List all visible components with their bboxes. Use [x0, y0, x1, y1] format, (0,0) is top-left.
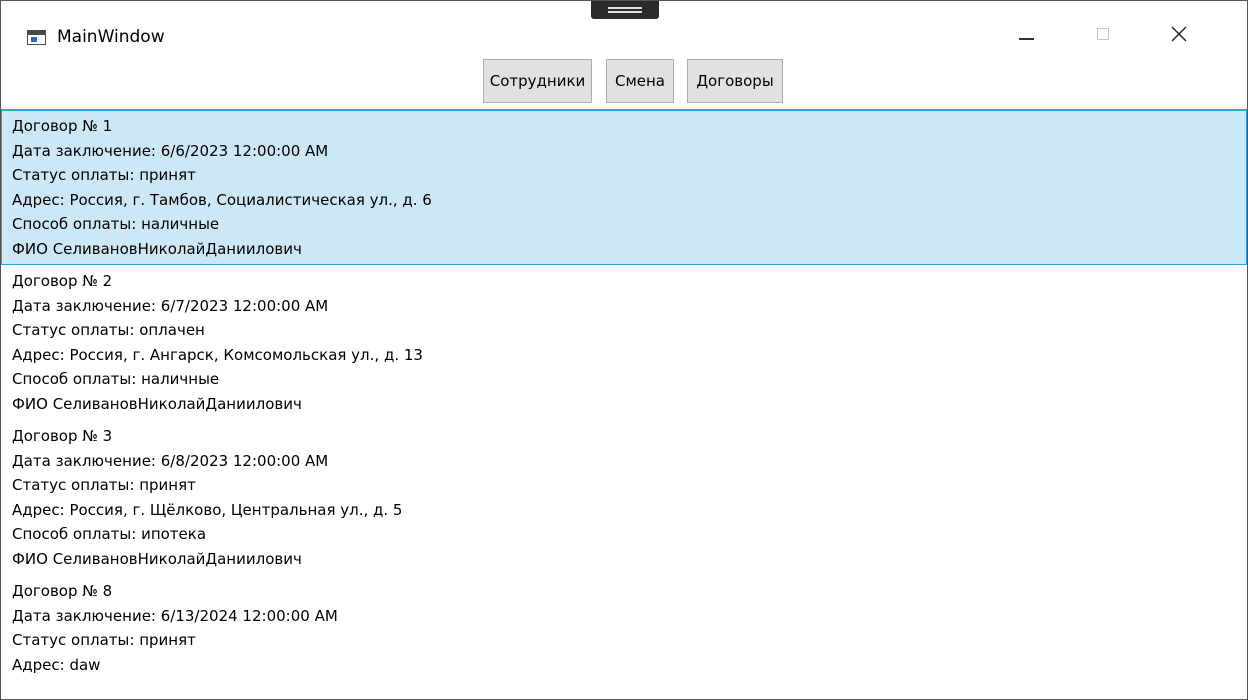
contract-number: Договор № 8	[12, 582, 113, 600]
contract-list-item[interactable]: Договор № 8 Дата заключение: 6/13/2024 1…	[1, 575, 1247, 681]
contracts-list[interactable]: Договор № 1 Дата заключение: 6/6/2023 12…	[1, 109, 1247, 699]
contract-address: Адрес: Россия, г. Щёлково, Центральная у…	[12, 500, 403, 519]
main-window: MainWindow Сотрудники Смена Договоры Дог…	[0, 0, 1248, 700]
minimize-button[interactable]	[1002, 17, 1048, 49]
contract-address: Адрес: Россия, г. Тамбов, Социалистическ…	[12, 190, 432, 209]
payment-status: Статус оплаты: принят	[12, 166, 196, 184]
contract-date: Дата заключение: 6/13/2024 12:00:00 AM	[12, 606, 338, 625]
app-window-icon	[27, 30, 46, 45]
navigation-toolbar: Сотрудники Смена Договоры	[1, 57, 1247, 109]
minimize-icon	[1019, 38, 1034, 40]
contract-number: Договор № 1	[12, 117, 113, 135]
contract-list-item[interactable]: Договор № 1 Дата заключение: 6/6/2023 12…	[1, 110, 1247, 265]
contract-list-item[interactable]: Договор № 2 Дата заключение: 6/7/2023 12…	[1, 265, 1247, 420]
contract-date: Дата заключение: 6/7/2023 12:00:00 AM	[12, 296, 329, 315]
contract-number: Договор № 2	[12, 272, 113, 290]
contract-address: Адрес: Россия, г. Ангарск, Комсомольская…	[12, 345, 423, 364]
close-button[interactable]	[1155, 17, 1201, 49]
employee-name: ФИО СеливановНиколайДаниилович	[12, 394, 302, 413]
maximize-button[interactable]	[1079, 17, 1125, 49]
shift-button[interactable]: Смена	[606, 59, 674, 103]
title-bar[interactable]: MainWindow	[1, 1, 1247, 57]
contract-list-item[interactable]: Договор № 3 Дата заключение: 6/8/2023 12…	[1, 420, 1247, 575]
window-title: MainWindow	[57, 27, 165, 47]
payment-method: Способ оплаты: ипотека	[12, 525, 207, 543]
payment-method: Способ оплаты: наличные	[12, 215, 220, 233]
payment-method: Способ оплаты: наличные	[12, 370, 220, 388]
drag-handle-icon[interactable]	[591, 1, 659, 19]
maximize-icon	[1097, 28, 1109, 40]
contract-number: Договор № 3	[12, 427, 113, 445]
contract-address: Адрес: daw	[12, 655, 101, 674]
payment-status: Статус оплаты: оплачен	[12, 321, 205, 339]
payment-status: Статус оплаты: принят	[12, 631, 196, 649]
employees-button[interactable]: Сотрудники	[483, 59, 592, 103]
contract-date: Дата заключение: 6/6/2023 12:00:00 AM	[12, 141, 329, 160]
employee-name: ФИО СеливановНиколайДаниилович	[12, 239, 302, 258]
employee-name: ФИО СеливановНиколайДаниилович	[12, 549, 302, 568]
close-icon	[1171, 26, 1187, 42]
payment-status: Статус оплаты: принят	[12, 476, 196, 494]
contracts-button[interactable]: Договоры	[687, 59, 783, 103]
contract-date: Дата заключение: 6/8/2023 12:00:00 AM	[12, 451, 329, 470]
